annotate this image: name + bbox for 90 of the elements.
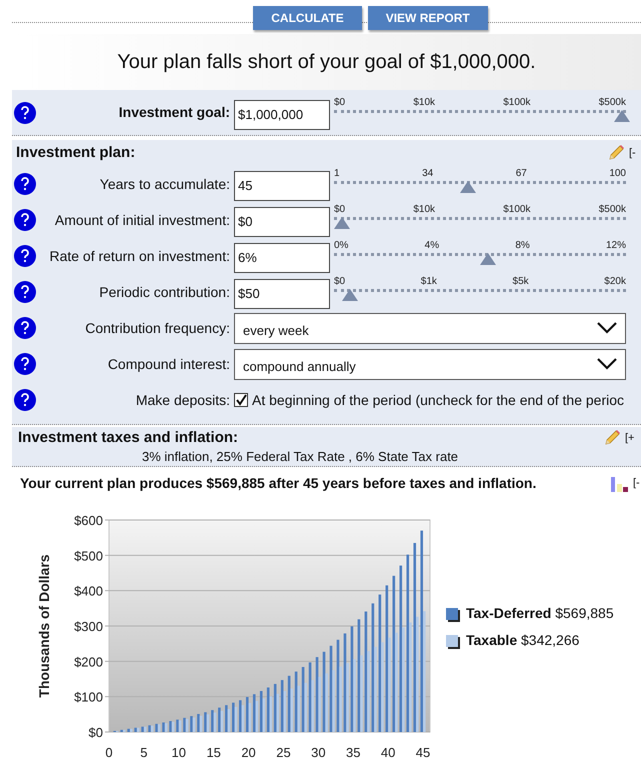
input-field[interactable]: 6% [234, 243, 330, 273]
slider-tick-label: 67 [516, 169, 527, 179]
field-label: Investment goal: [118, 103, 230, 122]
expand-toggle[interactable]: [+ [625, 430, 635, 446]
field-label: Periodic contribution: [98, 284, 230, 300]
x-tick-label: 15 [206, 745, 221, 758]
slider-tick-label: 0% [334, 241, 348, 251]
slider-tick-label: 1 [334, 169, 340, 179]
slider-tick-label: $500k [598, 205, 626, 215]
y-tick-label: $0 [88, 725, 103, 740]
input-field[interactable]: 45 [234, 171, 330, 201]
y-tick-label: $500 [74, 548, 103, 564]
slider-tick-label: 4% [424, 241, 440, 251]
legend-label: Tax-Deferred $569,885 [466, 604, 614, 623]
help-icon[interactable] [14, 281, 36, 303]
field-label: Make deposits: [134, 392, 230, 408]
x-tick-label: 20 [241, 745, 256, 758]
slider-tick-label: $10k [413, 205, 436, 215]
dropdown[interactable]: compound annually [234, 348, 626, 380]
bar-chart-icon[interactable] [610, 476, 630, 492]
y-tick-label: $600 [74, 513, 103, 528]
chevron-down-icon [597, 322, 617, 334]
y-axis-title: Thousands of Dollars [36, 554, 52, 698]
slider[interactable]: $0 $10k $100k $500k [334, 98, 630, 128]
checkbox-label: At beginning of the period (uncheck for the end of the perioc [252, 390, 624, 410]
help-icon[interactable] [14, 389, 36, 411]
slider-tick-label: $0 [334, 277, 346, 287]
results-title: Your current plan produces $569,885 after 45 years before taxes and inflation. [20, 474, 536, 493]
action-button[interactable]: VIEW REPORT [368, 6, 488, 30]
action-button[interactable]: CALCULATE [253, 6, 362, 30]
input-field[interactable]: $50 [234, 279, 330, 309]
x-tick-label: 45 [416, 745, 430, 758]
field-label: Amount of initial investment: [54, 212, 230, 228]
x-tick-label: 35 [346, 745, 360, 758]
legend-label: Taxable $342,266 [466, 631, 580, 650]
section-title: Investment plan: [16, 142, 136, 163]
slider-thumb[interactable] [334, 217, 350, 229]
slider-tick-label: 100 [609, 169, 626, 179]
field-label: Contribution frequency: [84, 320, 230, 336]
input-field[interactable]: $0 [234, 207, 330, 237]
slider-thumb[interactable] [342, 289, 358, 301]
slider-tick-label: $500k [598, 98, 626, 108]
slider-tick-label: 12% [606, 241, 626, 251]
y-tick-label: $300 [74, 619, 103, 634]
chevron-down-icon [597, 358, 617, 370]
x-tick-label: 25 [276, 745, 291, 758]
pencil-icon[interactable] [603, 429, 621, 448]
taxes-summary: 3% inflation, 25% Federal Tax Rate , 6% State Tax rate [141, 450, 460, 464]
y-tick-label: $200 [74, 654, 103, 670]
x-tick-label: 5 [140, 745, 148, 758]
status-headline: Your plan falls short of your goal of $1,000,000. [117, 50, 536, 75]
field-label: Rate of return on investment: [48, 248, 230, 264]
help-icon[interactable] [14, 317, 36, 339]
collapse-toggle[interactable]: [- [629, 144, 639, 162]
slider-tick-label: $1k [420, 277, 437, 287]
slider-tick-label: 8% [515, 241, 530, 251]
help-icon[interactable] [14, 353, 36, 375]
slider[interactable]: 0% 4% 8% 12% [334, 241, 630, 271]
slider-tick-label: $100k [503, 205, 530, 215]
section-title: Investment taxes and inflation: [18, 428, 238, 448]
slider-tick-label: $20k [604, 277, 626, 287]
help-icon[interactable] [14, 102, 36, 124]
slider-thumb[interactable] [614, 110, 630, 122]
help-icon[interactable] [14, 209, 36, 231]
slider[interactable]: $0 $10k $100k $500k [334, 205, 630, 235]
x-tick-label: 10 [172, 745, 186, 758]
slider-tick-label: $100k [503, 98, 530, 108]
y-tick-label: $100 [74, 690, 103, 705]
field-label: Compound interest: [106, 356, 230, 372]
y-tick-label: $400 [74, 584, 103, 599]
slider-tick-label: $0 [334, 98, 346, 108]
slider[interactable]: $0 $1k $5k $20k [334, 277, 630, 307]
dropdown[interactable]: every week [234, 312, 626, 344]
slider[interactable]: 1 34 67 100 [334, 169, 630, 199]
checkbox[interactable] [234, 393, 248, 407]
field-label: Years to accumulate: [98, 176, 230, 192]
slider-thumb[interactable] [460, 181, 476, 193]
slider-tick-label: $0 [334, 205, 346, 215]
x-tick-label: 40 [380, 745, 396, 758]
collapse-toggle[interactable]: [- [633, 475, 641, 492]
x-tick-label: 30 [311, 745, 326, 758]
x-tick-label: 0 [105, 745, 113, 758]
help-icon[interactable] [14, 173, 36, 195]
slider-tick-label: $10k [413, 98, 436, 108]
input-field[interactable]: $1,000,000 [234, 100, 330, 130]
slider-tick-label: 34 [422, 169, 434, 179]
slider-thumb[interactable] [480, 253, 496, 265]
pencil-icon[interactable] [607, 144, 625, 162]
help-icon[interactable] [14, 245, 36, 267]
slider-tick-label: $5k [512, 277, 529, 287]
